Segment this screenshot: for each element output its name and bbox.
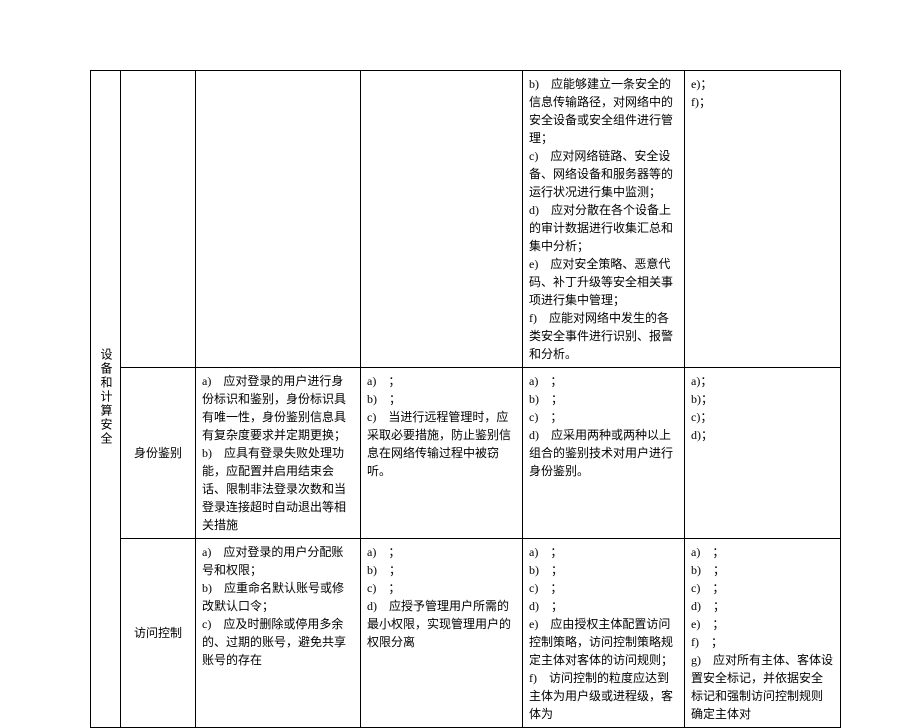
main-category-label: 设备和计算安全 <box>97 348 115 446</box>
requirements-table: 设备和计算安全 b) 应能够建立一条安全的信息传输路径，对网络中的安全设备或安全… <box>90 70 841 728</box>
cell-col2: a) 应对登录的用户进行身份标识和鉴别，身份标识具有唯一性，身份鉴别信息具有复杂… <box>196 368 361 539</box>
cell-empty <box>196 71 361 368</box>
document-page: 设备和计算安全 b) 应能够建立一条安全的信息传输路径，对网络中的安全设备或安全… <box>0 0 920 651</box>
cell-col4: a) ； b) ； c) ； d) ； e) 应由授权主体配置访问控制策略，访问… <box>523 539 685 728</box>
cell-col4: b) 应能够建立一条安全的信息传输路径，对网络中的安全设备或安全组件进行管理； … <box>523 71 685 368</box>
table-row: 设备和计算安全 b) 应能够建立一条安全的信息传输路径，对网络中的安全设备或安全… <box>91 71 841 368</box>
table-row: 身份鉴别 a) 应对登录的用户进行身份标识和鉴别，身份标识具有唯一性，身份鉴别信… <box>91 368 841 539</box>
cell-col3: a) ； b) ； c) ； d) 应授予管理用户所需的最小权限，实现管理用户的… <box>361 539 523 728</box>
cell-main-category: 设备和计算安全 <box>91 71 121 728</box>
cell-empty <box>361 71 523 368</box>
cell-sub-label: 访问控制 <box>121 539 196 728</box>
cell-col2: a) 应对登录的用户分配账号和权限； b) 应重命名默认账号或修改默认口令； c… <box>196 539 361 728</box>
cell-col5: a) ； b) ； c) ； d) ； e) ； f) ； g) 应对所有主体、… <box>685 539 841 728</box>
cell-empty <box>121 71 196 368</box>
cell-col4: a) ； b) ； c) ； d) 应采用两种或两种以上组合的鉴别技术对用户进行… <box>523 368 685 539</box>
cell-col3: a) ； b) ； c) 当进行远程管理时，应采取必要措施，防止鉴别信息在网络传… <box>361 368 523 539</box>
cell-col5: a)； b)； c)； d)； <box>685 368 841 539</box>
table-row: 访问控制 a) 应对登录的用户分配账号和权限； b) 应重命名默认账号或修改默认… <box>91 539 841 728</box>
cell-sub-label: 身份鉴别 <box>121 368 196 539</box>
cell-col5: e)； f)； <box>685 71 841 368</box>
